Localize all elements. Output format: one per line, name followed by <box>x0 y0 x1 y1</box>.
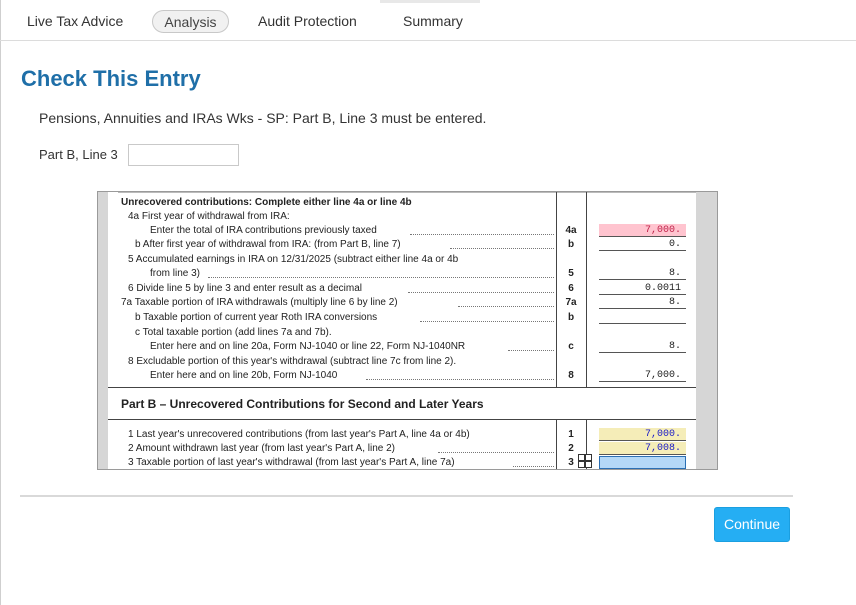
line-number: b <box>567 312 575 323</box>
worksheet-row: 2 Amount withdrawn last year (from last … <box>108 442 696 456</box>
line-number: b <box>567 239 575 250</box>
line-number: 7a <box>565 297 577 308</box>
dot-leader <box>408 292 554 293</box>
worksheet-page: Unrecovered contributions: Complete eith… <box>108 192 696 469</box>
dot-leader <box>438 452 554 453</box>
worksheet-row: b After first year of withdrawal from IR… <box>108 238 696 252</box>
field-label: Part B, Line 3 <box>39 147 118 162</box>
part-b-line-3-input[interactable] <box>128 144 239 166</box>
tab-analysis[interactable]: Analysis <box>152 10 229 33</box>
amount-field-imported[interactable]: 7,008. <box>599 442 686 455</box>
amount-field[interactable]: 0. <box>599 238 686 251</box>
row-description: 5 Accumulated earnings in IRA on 12/31/2… <box>128 254 459 265</box>
row-description: c Total taxable portion (add lines 7a an… <box>135 327 332 338</box>
dot-leader <box>458 306 554 307</box>
amount-field[interactable]: 8. <box>599 296 686 309</box>
cell-cursor-icon <box>578 454 592 468</box>
tab-bar: Live Tax Advice Analysis Audit Protectio… <box>0 0 856 41</box>
line-number: 1 <box>568 429 574 440</box>
worksheet-row: 8 Excludable portion of this year's with… <box>108 355 696 369</box>
worksheet-row: 7a Taxable portion of IRA withdrawals (m… <box>108 296 696 310</box>
line-number: 8 <box>568 370 574 381</box>
error-message: Pensions, Annuities and IRAs Wks - SP: P… <box>39 110 487 126</box>
worksheet-row: 4a First year of withdrawal from IRA: <box>108 210 696 224</box>
row-description: 3 Taxable portion of last year's withdra… <box>128 457 455 468</box>
clipped-rule <box>118 192 696 193</box>
section-rule <box>108 387 696 388</box>
amount-field[interactable]: 0.0011 <box>599 282 686 295</box>
row-description: 4a First year of withdrawal from IRA: <box>128 211 290 222</box>
tab-summary[interactable]: Summary <box>403 10 465 33</box>
worksheet-row: b Taxable portion of current year Roth I… <box>108 311 696 325</box>
worksheet-row: Enter here and on line 20b, Form NJ-1040… <box>108 369 696 383</box>
section-rule <box>108 419 696 420</box>
continue-button[interactable]: Continue <box>714 507 790 542</box>
worksheet-row: c Total taxable portion (add lines 7a an… <box>108 326 696 340</box>
form-viewer[interactable]: Unrecovered contributions: Complete eith… <box>97 191 718 470</box>
line-number: c <box>568 341 574 352</box>
row-description: b After first year of withdrawal from IR… <box>135 239 401 250</box>
row-description: Enter here and on line 20b, Form NJ-1040 <box>150 370 338 381</box>
dot-leader <box>420 321 554 322</box>
row-description: 2 Amount withdrawn last year (from last … <box>128 443 396 454</box>
dot-leader <box>508 350 554 351</box>
dot-leader <box>208 277 554 278</box>
part-b-header: Part B – Unrecovered Contributions for S… <box>121 397 484 411</box>
dot-leader <box>450 248 554 249</box>
amount-field[interactable] <box>599 311 686 324</box>
page-title: Check This Entry <box>21 66 201 91</box>
worksheet-row: 3 Taxable portion of last year's withdra… <box>108 456 696 469</box>
left-border <box>0 0 1 605</box>
amount-field-error[interactable]: 7,000. <box>599 224 686 237</box>
worksheet-row: 5 Accumulated earnings in IRA on 12/31/2… <box>108 253 696 267</box>
amount-field-imported[interactable]: 7,000. <box>599 428 686 441</box>
tab-indicator <box>380 0 480 3</box>
amount-field[interactable]: 7,000. <box>599 369 686 382</box>
dot-leader <box>410 234 554 235</box>
tab-live-tax-advice[interactable]: Live Tax Advice <box>27 10 127 33</box>
row-description: Enter the total of IRA contributions pre… <box>150 225 377 236</box>
worksheet-row: 6 Divide line 5 by line 3 and enter resu… <box>108 282 696 296</box>
line-number: 5 <box>568 268 574 279</box>
worksheet-row: Enter here and on line 20a, Form NJ-1040… <box>108 340 696 354</box>
row-description: 7a Taxable portion of IRA withdrawals (m… <box>121 297 398 308</box>
row-description: 8 Excludable portion of this year's with… <box>128 356 457 367</box>
worksheet-row: 1 Last year's unrecovered contributions … <box>108 428 696 442</box>
amount-field[interactable]: 8. <box>599 267 686 280</box>
row-description: from line 3) <box>150 268 201 279</box>
divider <box>20 495 793 497</box>
worksheet-row: from line 3) 5 8. <box>108 267 696 281</box>
worksheet-row: Enter the total of IRA contributions pre… <box>108 224 696 238</box>
row-description: 1 Last year's unrecovered contributions … <box>128 429 470 440</box>
row-description: 6 Divide line 5 by line 3 and enter resu… <box>128 283 363 294</box>
amount-field-active[interactable] <box>599 456 686 469</box>
tab-audit-protection[interactable]: Audit Protection <box>258 10 364 33</box>
dot-leader <box>513 466 554 467</box>
amount-field[interactable]: 8. <box>599 340 686 353</box>
line-number: 4a <box>565 225 577 236</box>
row-description: b Taxable portion of current year Roth I… <box>135 312 378 323</box>
dot-leader <box>366 379 554 380</box>
row-description: Enter here and on line 20a, Form NJ-1040… <box>150 341 466 352</box>
line-number: 6 <box>568 283 574 294</box>
section-header: Unrecovered contributions: Complete eith… <box>121 197 412 208</box>
